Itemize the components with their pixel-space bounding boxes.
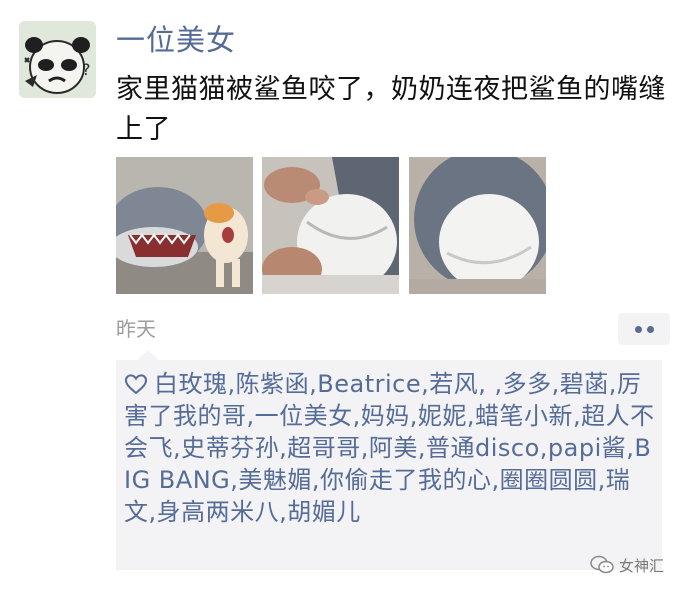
wechat-logo-icon <box>590 555 614 574</box>
post-timestamp: 昨天 <box>116 317 156 341</box>
post-text: 家里猫猫被鲨鱼咬了，奶奶连夜把鲨鱼的嘴缝上了 <box>116 74 666 145</box>
post-photo-shark-and-cat[interactable] <box>116 157 253 294</box>
photo-shark-cat-image <box>116 157 253 294</box>
watermark: 女神汇 <box>590 552 664 578</box>
likes-panel: 白玫瑰,陈紫函,Beatrice,若风, ,多多,碧菡,厉害了我的哥,一位美女,… <box>116 350 662 570</box>
panda-meme-avatar-icon: ? <box>19 21 96 98</box>
avatar[interactable]: ? <box>19 21 96 98</box>
post-photo-grandma-sewing[interactable] <box>262 157 399 294</box>
photo-grandma-sewing-image <box>262 157 399 294</box>
more-dots-icon <box>646 325 654 333</box>
photo-sewn-shark-image <box>409 157 546 294</box>
post-photo-sewn-shark[interactable] <box>409 157 546 294</box>
svg-text:?: ? <box>82 60 91 79</box>
liker-names[interactable]: 白玫瑰,陈紫函,Beatrice,若风, ,多多,碧菡,厉害了我的哥,一位美女,… <box>124 370 655 526</box>
author-name[interactable]: 一位美女 <box>116 22 236 58</box>
watermark-text: 女神汇 <box>619 556 665 575</box>
likes-list[interactable]: 白玫瑰,陈紫函,Beatrice,若风, ,多多,碧菡,厉害了我的哥,一位美女,… <box>124 368 658 528</box>
heart-outline-icon <box>124 374 148 395</box>
more-actions-button[interactable] <box>618 313 670 345</box>
more-dots-icon <box>634 325 642 333</box>
